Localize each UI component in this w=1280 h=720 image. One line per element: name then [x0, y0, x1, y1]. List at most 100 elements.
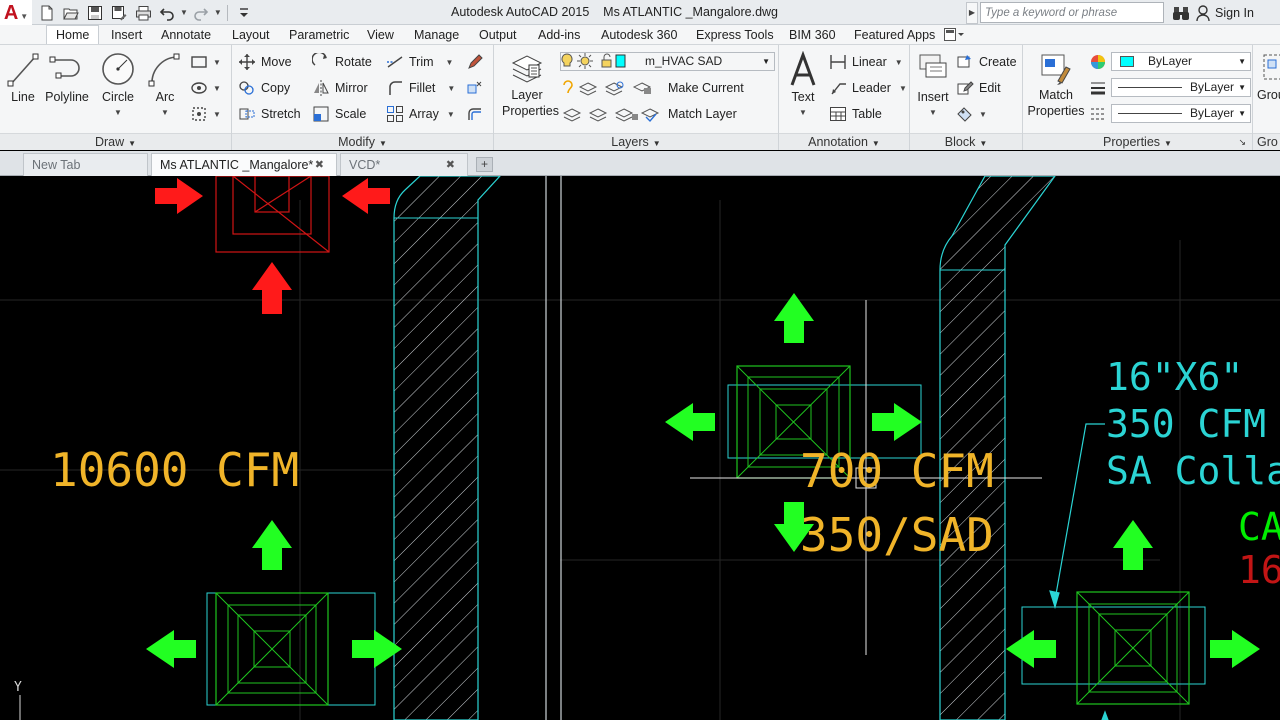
tab-view[interactable]: View: [367, 26, 394, 44]
layer-tools-icons-2[interactable]: [562, 105, 662, 123]
leader-dropdown-icon[interactable]: ▼: [899, 84, 907, 93]
doc-tab-label: New Tab: [32, 158, 81, 172]
match-properties-button[interactable]: Match Properties: [1025, 51, 1087, 119]
linear-dimension-button[interactable]: Linear ▼: [829, 53, 903, 71]
cfm-left-text: 10600 CFM: [50, 443, 299, 497]
erase-button[interactable]: [466, 53, 489, 71]
tab-featured-apps[interactable]: Featured Apps: [854, 26, 935, 44]
edit-block-button[interactable]: Edit: [956, 79, 1001, 97]
groups-title-label: Gro: [1257, 135, 1278, 149]
lineweight-dropdown[interactable]: ByLayer ▼: [1111, 78, 1251, 97]
scale-button[interactable]: Scale: [312, 105, 366, 123]
rectangle-dropdown-icon[interactable]: ▼: [213, 58, 221, 67]
save-button[interactable]: [84, 3, 106, 23]
annotation-title-label: Annotation: [808, 135, 868, 149]
linetype-dropdown[interactable]: ByLayer ▼: [1111, 104, 1251, 123]
customize-toolbar-button[interactable]: [233, 3, 255, 23]
search-input[interactable]: [980, 2, 1164, 23]
array-button[interactable]: Array ▼: [386, 105, 455, 123]
trim-button[interactable]: Trim ▼: [386, 53, 453, 71]
doc-tab-new-tab[interactable]: New Tab: [23, 153, 148, 176]
dialog-launcher-icon[interactable]: ↘: [1238, 134, 1246, 150]
layers-panel-title[interactable]: Layers ▼: [494, 133, 778, 150]
block-attribute-button[interactable]: ▼: [956, 105, 987, 123]
doc-tab-ms-atlantic[interactable]: Ms ATLANTIC _Mangalore* ✖: [151, 153, 337, 176]
plot-button[interactable]: [132, 3, 154, 23]
modify-panel-title[interactable]: Modify ▼: [232, 133, 493, 150]
annotation-panel-title[interactable]: Annotation ▼: [779, 133, 909, 150]
explode-button[interactable]: [466, 79, 489, 97]
insert-block-button[interactable]: Insert ▼: [914, 51, 952, 121]
make-current-label[interactable]: Make Current: [668, 81, 744, 95]
application-menu-button[interactable]: A ▼: [0, 0, 32, 25]
table-button[interactable]: Table: [829, 105, 882, 123]
undo-dropdown-icon[interactable]: ▼: [180, 8, 188, 17]
copy-button[interactable]: Copy: [238, 79, 290, 97]
close-tab-icon[interactable]: ✖: [446, 154, 455, 176]
match-layer-label[interactable]: Match Layer: [668, 107, 737, 121]
tab-parametric[interactable]: Parametric: [289, 26, 349, 44]
hatch-dropdown-icon[interactable]: ▼: [213, 84, 221, 93]
doc-tab-vcd[interactable]: VCD* ✖: [340, 153, 468, 176]
save-as-button[interactable]: [108, 3, 130, 23]
tab-bim-360[interactable]: BIM 360: [789, 26, 836, 44]
polyline-button[interactable]: Polyline: [44, 51, 90, 105]
layer-dropdown[interactable]: m_HVAC SAD ▼: [560, 52, 775, 71]
text-dropdown-icon[interactable]: ▼: [785, 105, 821, 121]
properties-panel-title[interactable]: Properties ▼ ↘: [1023, 133, 1252, 150]
draw-panel-title[interactable]: Draw ▼: [0, 133, 231, 150]
mirror-button[interactable]: Mirror: [312, 79, 368, 97]
tab-manage[interactable]: Manage: [414, 26, 459, 44]
redo-button[interactable]: [190, 3, 212, 23]
ribbon-display-toggle-icon[interactable]: [943, 27, 965, 42]
layer-tools-icons-1[interactable]: [562, 79, 662, 97]
binoculars-icon[interactable]: [1172, 4, 1190, 22]
redo-dropdown-icon[interactable]: ▼: [214, 8, 222, 17]
boundary-button[interactable]: ▼: [190, 105, 221, 123]
title-bar: A ▼ ▼ ▼ Autodesk AutoCAD 2015 Ms ATLANTI…: [0, 0, 1280, 25]
block-panel-title[interactable]: Block ▼: [910, 133, 1022, 150]
close-tab-icon[interactable]: ✖: [315, 154, 324, 176]
group-button[interactable]: Grou: [1257, 51, 1280, 103]
fillet-button[interactable]: Fillet ▼: [386, 79, 455, 97]
arc-button[interactable]: Arc ▼: [146, 51, 184, 121]
drawing-canvas[interactable]: 10600 CFM 700 CFM 350/SAD 16"X6" 350 CFM…: [0, 176, 1280, 720]
sign-in-button[interactable]: Sign In: [1196, 4, 1254, 21]
boundary-dropdown-icon[interactable]: ▼: [213, 110, 221, 119]
attribute-dropdown-icon[interactable]: ▼: [979, 110, 987, 119]
layer-properties-button[interactable]: Layer Properties: [502, 51, 559, 119]
groups-panel-title[interactable]: Gro: [1253, 133, 1280, 150]
circle-dropdown-icon[interactable]: ▼: [99, 105, 137, 121]
array-dropdown-icon[interactable]: ▼: [447, 110, 455, 119]
tab-annotate[interactable]: Annotate: [161, 26, 211, 44]
rotate-button[interactable]: Rotate: [312, 53, 372, 71]
undo-button[interactable]: [156, 3, 178, 23]
leader-button[interactable]: Leader ▼: [829, 79, 907, 97]
rectangle-button[interactable]: ▼: [190, 53, 221, 71]
insert-dropdown-icon[interactable]: ▼: [914, 105, 952, 121]
text-button[interactable]: Text ▼: [785, 51, 821, 121]
expand-search-button[interactable]: ▶: [966, 1, 978, 24]
line-button[interactable]: Line: [6, 51, 40, 105]
new-file-button[interactable]: [36, 3, 58, 23]
tab-output[interactable]: Output: [479, 26, 517, 44]
trim-dropdown-icon[interactable]: ▼: [446, 58, 454, 67]
create-block-button[interactable]: Create: [956, 53, 1017, 71]
fillet-dropdown-icon[interactable]: ▼: [447, 84, 455, 93]
offset-button[interactable]: [466, 105, 489, 123]
open-file-button[interactable]: [60, 3, 82, 23]
tab-add-ins[interactable]: Add-ins: [538, 26, 580, 44]
tab-layout[interactable]: Layout: [232, 26, 270, 44]
new-tab-plus-button[interactable]: +: [476, 157, 493, 172]
tab-insert[interactable]: Insert: [111, 26, 142, 44]
move-button[interactable]: Move: [238, 53, 292, 71]
tab-autodesk-360[interactable]: Autodesk 360: [601, 26, 677, 44]
tab-home[interactable]: Home: [46, 25, 100, 45]
arc-dropdown-icon[interactable]: ▼: [146, 105, 184, 121]
circle-button[interactable]: Circle ▼: [99, 51, 137, 121]
linear-dropdown-icon[interactable]: ▼: [895, 58, 903, 67]
hatch-button[interactable]: ▼: [190, 79, 221, 97]
tab-express-tools[interactable]: Express Tools: [696, 26, 774, 44]
color-dropdown[interactable]: ByLayer ▼: [1111, 52, 1251, 71]
stretch-button[interactable]: Stretch: [238, 105, 301, 123]
